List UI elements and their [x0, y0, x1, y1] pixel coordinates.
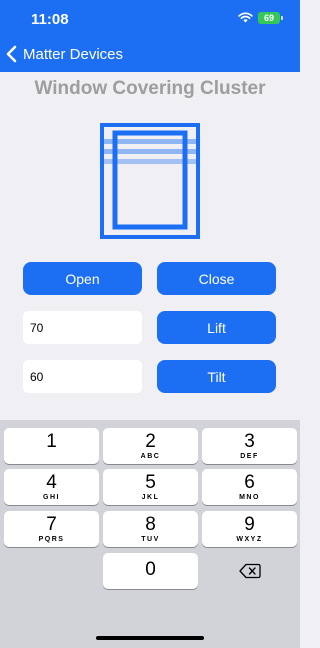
key-letters: TUV: [141, 536, 160, 543]
key-5[interactable]: 5 JKL: [103, 469, 198, 505]
lift-value-field[interactable]: 70: [23, 311, 142, 344]
home-indicator: [96, 636, 204, 640]
chevron-left-icon: [6, 45, 17, 63]
key-digit: 5: [145, 472, 156, 493]
key-2[interactable]: 2 ABC: [103, 428, 198, 464]
tilt-button[interactable]: Tilt: [157, 360, 276, 393]
wifi-icon: [238, 12, 253, 23]
key-7[interactable]: 7 PQRS: [4, 511, 99, 547]
key-letters: WXYZ: [236, 536, 263, 543]
key-letters: DEF: [240, 453, 259, 460]
key-8[interactable]: 8 TUV: [103, 511, 198, 547]
key-letters: JKL: [141, 494, 160, 501]
navigation-bar: Matter Devices: [0, 36, 300, 72]
open-button[interactable]: Open: [23, 262, 142, 295]
key-6[interactable]: 6 MNO: [202, 469, 297, 505]
close-button[interactable]: Close: [157, 262, 276, 295]
key-9[interactable]: 9 WXYZ: [202, 511, 297, 547]
key-3[interactable]: 3 DEF: [202, 428, 297, 464]
key-digit: 1: [46, 431, 57, 452]
delete-backspace-icon: [238, 563, 261, 579]
back-button[interactable]: Matter Devices: [4, 36, 123, 72]
key-digit: 4: [46, 472, 57, 493]
back-label: Matter Devices: [23, 45, 124, 63]
key-digit: 2: [145, 431, 156, 452]
status-time: 11:08: [31, 11, 69, 28]
key-digit: 6: [244, 472, 255, 493]
key-digit: 0: [145, 559, 156, 580]
battery-tip: [281, 16, 283, 20]
key-letters: MNO: [239, 494, 260, 501]
window-covering-icon: [100, 123, 200, 239]
key-letters: PQRS: [38, 536, 65, 543]
key-digit: 3: [244, 431, 255, 452]
key-digit: 7: [46, 514, 57, 535]
key-letters: ABC: [140, 453, 161, 460]
page-title: Window Covering Cluster: [34, 78, 266, 99]
delete-key[interactable]: [202, 553, 297, 589]
status-bar: 11:08 69: [0, 0, 300, 36]
key-digit: 8: [145, 514, 156, 535]
lift-button[interactable]: Lift: [157, 311, 276, 344]
key-letters: GHI: [43, 494, 60, 501]
battery-indicator: 69: [258, 12, 280, 24]
tilt-value-field[interactable]: 60: [23, 360, 142, 393]
key-digit: 9: [244, 514, 255, 535]
key-4[interactable]: 4 GHI: [4, 469, 99, 505]
key-1[interactable]: 1: [4, 428, 99, 464]
key-0[interactable]: 0: [103, 553, 198, 589]
